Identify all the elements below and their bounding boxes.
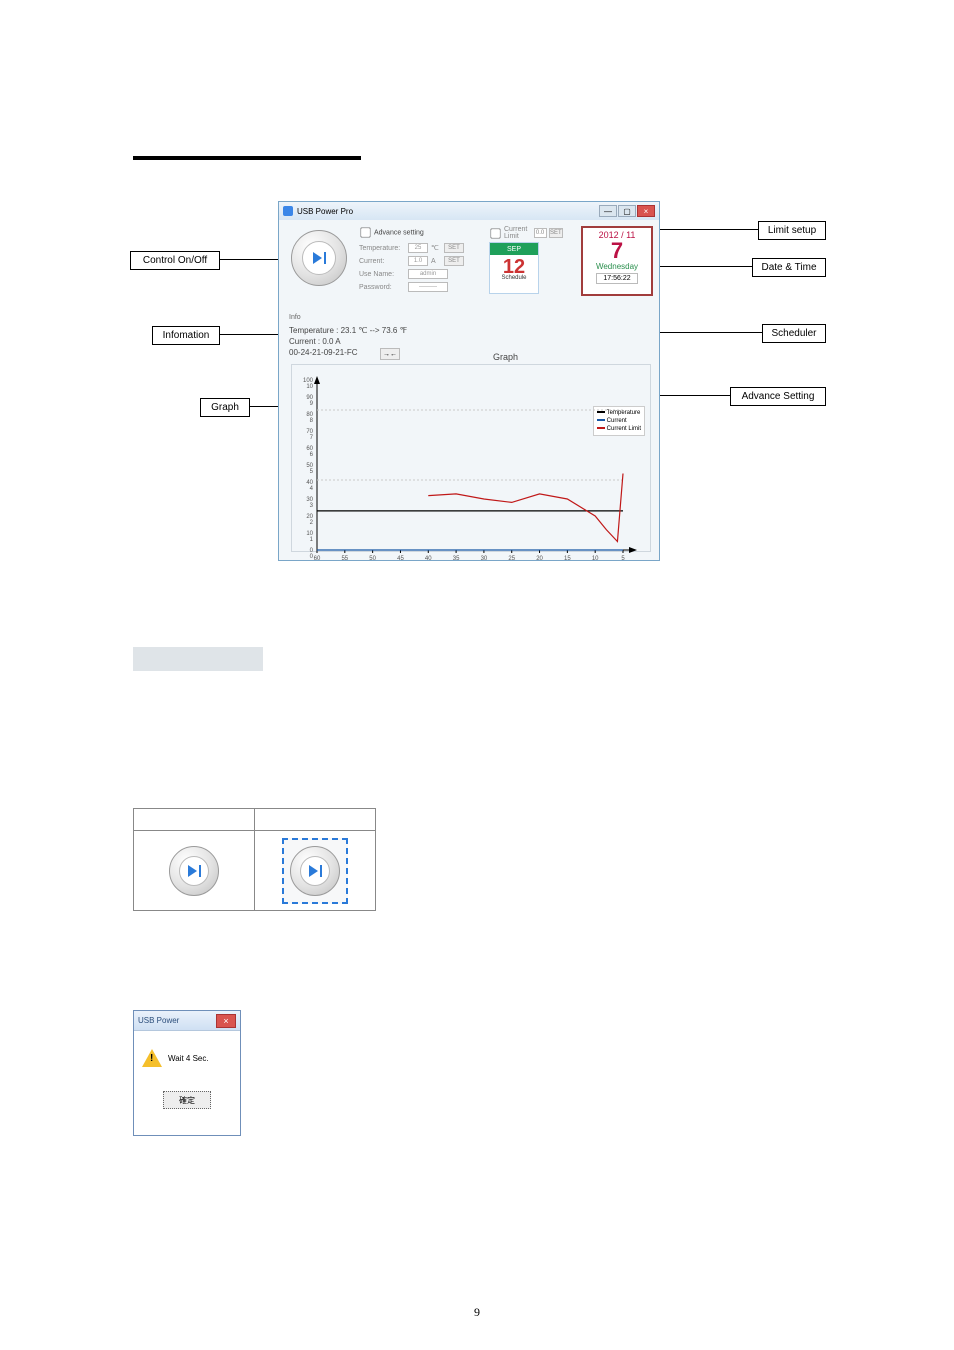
state-on-cell bbox=[255, 831, 376, 911]
current-limit-set-button[interactable]: SET bbox=[549, 228, 563, 238]
username-label: Use Name: bbox=[359, 271, 405, 278]
callout-graph: Graph bbox=[200, 398, 250, 417]
current-input[interactable]: 1.0 bbox=[408, 256, 428, 266]
current-limit-checkbox[interactable] bbox=[490, 228, 500, 238]
current-set-button[interactable]: SET bbox=[444, 256, 464, 266]
svg-text:35: 35 bbox=[453, 556, 460, 562]
wait-dialog-title: USB Power bbox=[138, 1016, 179, 1025]
svg-text:8: 8 bbox=[310, 418, 314, 424]
titlebar: USB Power Pro — ▢ × bbox=[279, 202, 659, 220]
schedule-day: 12 bbox=[490, 257, 538, 277]
app-window: USB Power Pro — ▢ × Advance setting Temp… bbox=[278, 201, 660, 561]
wait-dialog-ok-button[interactable]: 確定 bbox=[163, 1091, 211, 1109]
state-off-cell bbox=[134, 831, 255, 911]
wait-dialog-close-button[interactable]: × bbox=[216, 1014, 236, 1028]
wait-dialog-message: Wait 4 Sec. bbox=[168, 1054, 209, 1063]
svg-text:25: 25 bbox=[508, 556, 515, 562]
current-label: Current: bbox=[359, 258, 405, 265]
schedule-calendar-icon[interactable]: SEP 12 Schedule bbox=[489, 242, 539, 294]
current-limit-panel: Current Limit 0.0 SET bbox=[489, 226, 563, 240]
temperature-set-button[interactable]: SET bbox=[444, 243, 464, 253]
svg-text:60: 60 bbox=[314, 556, 321, 562]
section-underline bbox=[133, 156, 361, 160]
svg-text:10: 10 bbox=[306, 384, 313, 390]
current-unit: A bbox=[431, 258, 441, 265]
wait-dialog: USB Power × Wait 4 Sec. 確定 bbox=[133, 1010, 241, 1136]
svg-text:3: 3 bbox=[310, 503, 314, 509]
svg-text:6: 6 bbox=[310, 452, 314, 458]
temperature-input[interactable]: 25 bbox=[408, 243, 428, 253]
page-number: 9 bbox=[0, 1305, 954, 1320]
svg-text:50: 50 bbox=[369, 556, 376, 562]
maximize-button[interactable]: ▢ bbox=[618, 205, 636, 217]
datetime-time: 17:56:22 bbox=[596, 273, 637, 284]
info-current: Current : 0.0 A bbox=[289, 336, 409, 347]
power-toggle-button[interactable] bbox=[291, 230, 347, 286]
info-heading: Info bbox=[289, 312, 409, 323]
refresh-button[interactable]: →← bbox=[380, 348, 400, 360]
password-label: Password: bbox=[359, 284, 405, 291]
svg-text:9: 9 bbox=[310, 401, 314, 407]
current-limit-label: Current Limit bbox=[504, 226, 532, 240]
graph-heading: Graph bbox=[489, 352, 522, 362]
svg-text:40: 40 bbox=[425, 556, 432, 562]
svg-text:55: 55 bbox=[341, 556, 348, 562]
advance-setting-heading: Advance setting bbox=[374, 229, 424, 236]
schedule-month: SEP bbox=[490, 243, 538, 255]
app-icon bbox=[283, 206, 293, 216]
state-on-header bbox=[255, 809, 376, 831]
callout-scheduler: Scheduler bbox=[762, 324, 826, 343]
datetime-weekday: Wednesday bbox=[583, 262, 651, 271]
username-input[interactable]: admin bbox=[408, 269, 448, 279]
temperature-label: Temperature: bbox=[359, 245, 405, 252]
graph-plot: 0010120230340450560670780890910010 60555… bbox=[293, 370, 651, 566]
datetime-day: 7 bbox=[583, 240, 651, 262]
svg-text:10: 10 bbox=[592, 556, 599, 562]
play-icon bbox=[313, 252, 322, 264]
state-comparison-table bbox=[133, 808, 376, 911]
state-off-header bbox=[134, 809, 255, 831]
callout-information: Infomation bbox=[152, 326, 220, 345]
svg-text:45: 45 bbox=[397, 556, 404, 562]
pause-bar-icon bbox=[324, 252, 326, 264]
annotated-screenshot: Control On/Off Infomation Graph Limit se… bbox=[130, 195, 826, 575]
schedule-label: Schedule bbox=[490, 275, 538, 281]
warning-icon bbox=[142, 1049, 162, 1067]
callout-control-onoff: Control On/Off bbox=[130, 251, 220, 270]
info-temperature: Temperature : 23.1 ℃ --> 73.6 ℉ bbox=[289, 325, 409, 336]
close-button[interactable]: × bbox=[637, 205, 655, 217]
callout-advance-setting: Advance Setting bbox=[730, 387, 826, 406]
svg-text:1: 1 bbox=[310, 537, 314, 543]
svg-text:5: 5 bbox=[621, 556, 625, 562]
callout-limit-setup: Limit setup bbox=[758, 221, 826, 240]
current-limit-input[interactable]: 0.0 bbox=[534, 228, 547, 238]
state-off-icon bbox=[169, 846, 219, 896]
svg-text:4: 4 bbox=[310, 486, 314, 492]
svg-text:2: 2 bbox=[310, 520, 314, 526]
svg-text:5: 5 bbox=[310, 469, 314, 475]
advance-setting-panel: Advance setting Temperature: 25 ℃ SET Cu… bbox=[359, 226, 485, 295]
svg-text:20: 20 bbox=[536, 556, 543, 562]
grey-highlight-bar bbox=[133, 647, 263, 671]
svg-text:30: 30 bbox=[481, 556, 488, 562]
datetime-panel: 2012 / 11 7 Wednesday 17:56:22 bbox=[581, 226, 653, 296]
wait-dialog-titlebar: USB Power × bbox=[134, 1011, 240, 1031]
svg-text:7: 7 bbox=[310, 435, 314, 441]
password-input[interactable]: ——— bbox=[408, 282, 448, 292]
minimize-button[interactable]: — bbox=[599, 205, 617, 217]
app-title: USB Power Pro bbox=[297, 207, 353, 216]
temperature-unit: ℃ bbox=[431, 244, 441, 252]
advance-setting-checkbox[interactable] bbox=[360, 227, 370, 237]
callout-date-time: Date & Time bbox=[752, 258, 826, 277]
svg-text:15: 15 bbox=[564, 556, 571, 562]
state-on-icon bbox=[290, 846, 340, 896]
